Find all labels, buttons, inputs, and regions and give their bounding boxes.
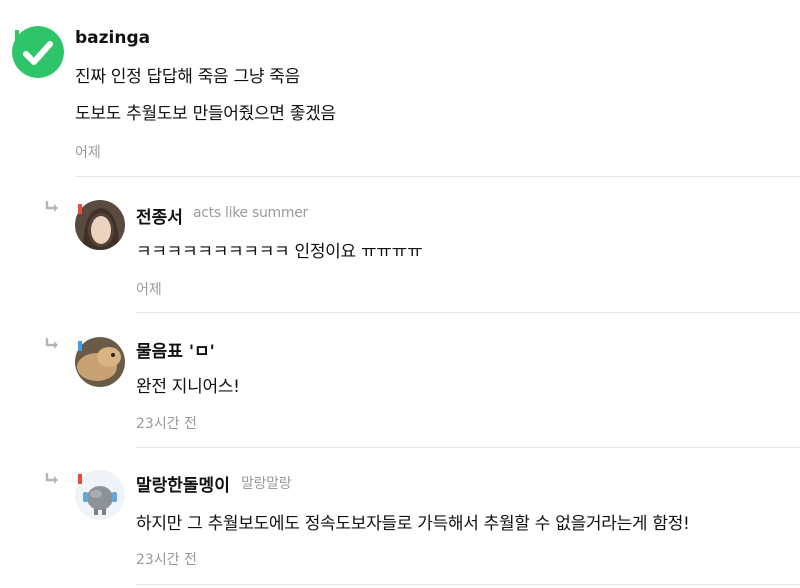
author-subname: 말랑말랑: [241, 476, 292, 492]
level-badge: [15, 30, 19, 40]
avatar[interactable]: [75, 200, 125, 250]
comment-timestamp: 23시간 전: [136, 416, 197, 432]
reply-comment: 물음표 'ㅁ' 완전 지니어스! 23시간 전: [0, 313, 800, 448]
comment-text: ㅋㅋㅋㅋㅋㅋㅋㅋㅋㅋ 인정이요 ㅠㅠㅠㅠ: [136, 242, 423, 262]
level-badge: [78, 204, 82, 214]
level-badge: [78, 474, 82, 484]
reply-arrow-icon: [45, 201, 58, 212]
comment-text: 완전 지니어스!: [136, 377, 240, 397]
avatar-stone-icon: [75, 470, 125, 520]
comment-timestamp: 23시간 전: [136, 552, 197, 568]
avatar[interactable]: [12, 26, 64, 78]
reply-comment: 전종서 acts like summer ㅋㅋㅋㅋㅋㅋㅋㅋㅋㅋ 인정이요 ㅠㅠㅠ…: [0, 178, 800, 313]
reply-arrow-icon: [45, 338, 58, 349]
comment-author[interactable]: 물음표 'ㅁ': [136, 337, 215, 362]
divider: [136, 584, 800, 585]
avatar-photo-icon: [75, 337, 125, 387]
avatar[interactable]: [75, 337, 125, 387]
comment-author[interactable]: bazinga: [75, 28, 150, 48]
divider: [75, 176, 800, 177]
comment-text-line-2: 도보도 추월도보 만들어줬으면 좋겠음: [75, 104, 336, 124]
comment-timestamp: 어제: [75, 145, 101, 161]
comment-author[interactable]: 전종서: [136, 203, 183, 228]
top-comment: bazinga 진짜 인정 답답해 죽음 그냥 죽음 도보도 추월도보 만들어줬…: [0, 0, 800, 178]
author-subname: acts like summer: [193, 205, 308, 221]
reply-arrow-icon: [45, 473, 58, 484]
reply-comment: 말랑한돌멩이 말랑말랑 하지만 그 추월보도에도 정속도보자들로 가득해서 추월…: [0, 448, 800, 588]
avatar-photo-icon: [75, 200, 125, 250]
comment-timestamp: 어제: [136, 282, 162, 298]
avatar[interactable]: [75, 470, 125, 520]
comment-text: 하지만 그 추월보도에도 정속도보자들로 가득해서 추월할 수 없을거라는게 함…: [136, 514, 690, 534]
comment-author[interactable]: 말랑한돌멩이: [136, 471, 230, 496]
level-badge: [78, 341, 82, 351]
comment-text-line-1: 진짜 인정 답답해 죽음 그냥 죽음: [75, 67, 300, 87]
avatar-logo-icon: [12, 26, 64, 78]
